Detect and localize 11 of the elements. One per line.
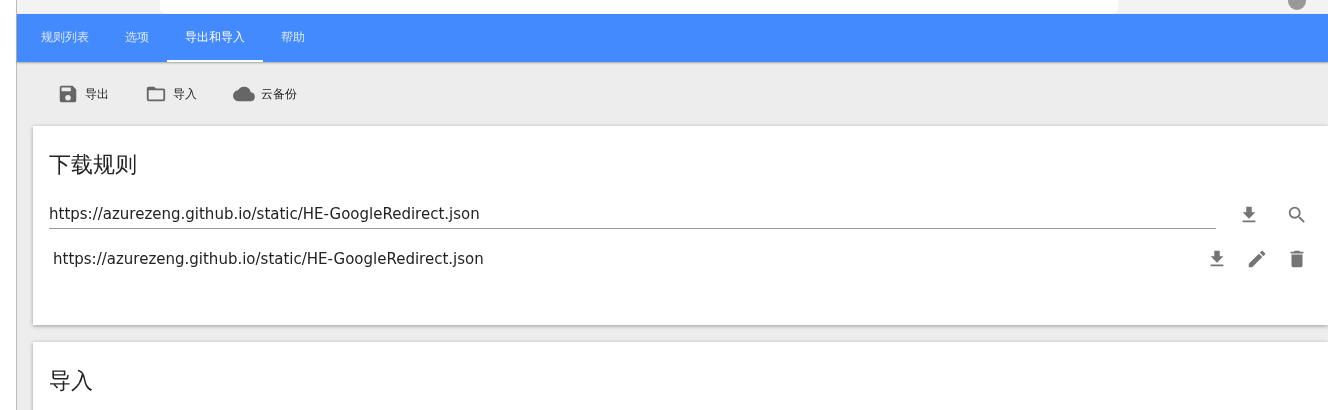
avatar-icon[interactable] <box>1288 0 1306 10</box>
rule-url: https://azurezeng.github.io/static/HE-GoogleRedirect.json <box>53 250 485 268</box>
export-button[interactable]: 导出 <box>47 77 127 111</box>
url-field[interactable]: https://azurezeng.github.io/static/HE-GoogleRedirect.json <box>49 201 1216 229</box>
import-button[interactable]: 导入 <box>135 77 215 111</box>
pencil-icon <box>1246 248 1268 270</box>
card-title: 下载规则 <box>49 151 138 179</box>
card-title: 导入 <box>49 367 94 395</box>
save-icon <box>57 83 79 105</box>
cloud-backup-button[interactable]: 云备份 <box>223 77 307 111</box>
search-icon <box>1286 204 1308 226</box>
